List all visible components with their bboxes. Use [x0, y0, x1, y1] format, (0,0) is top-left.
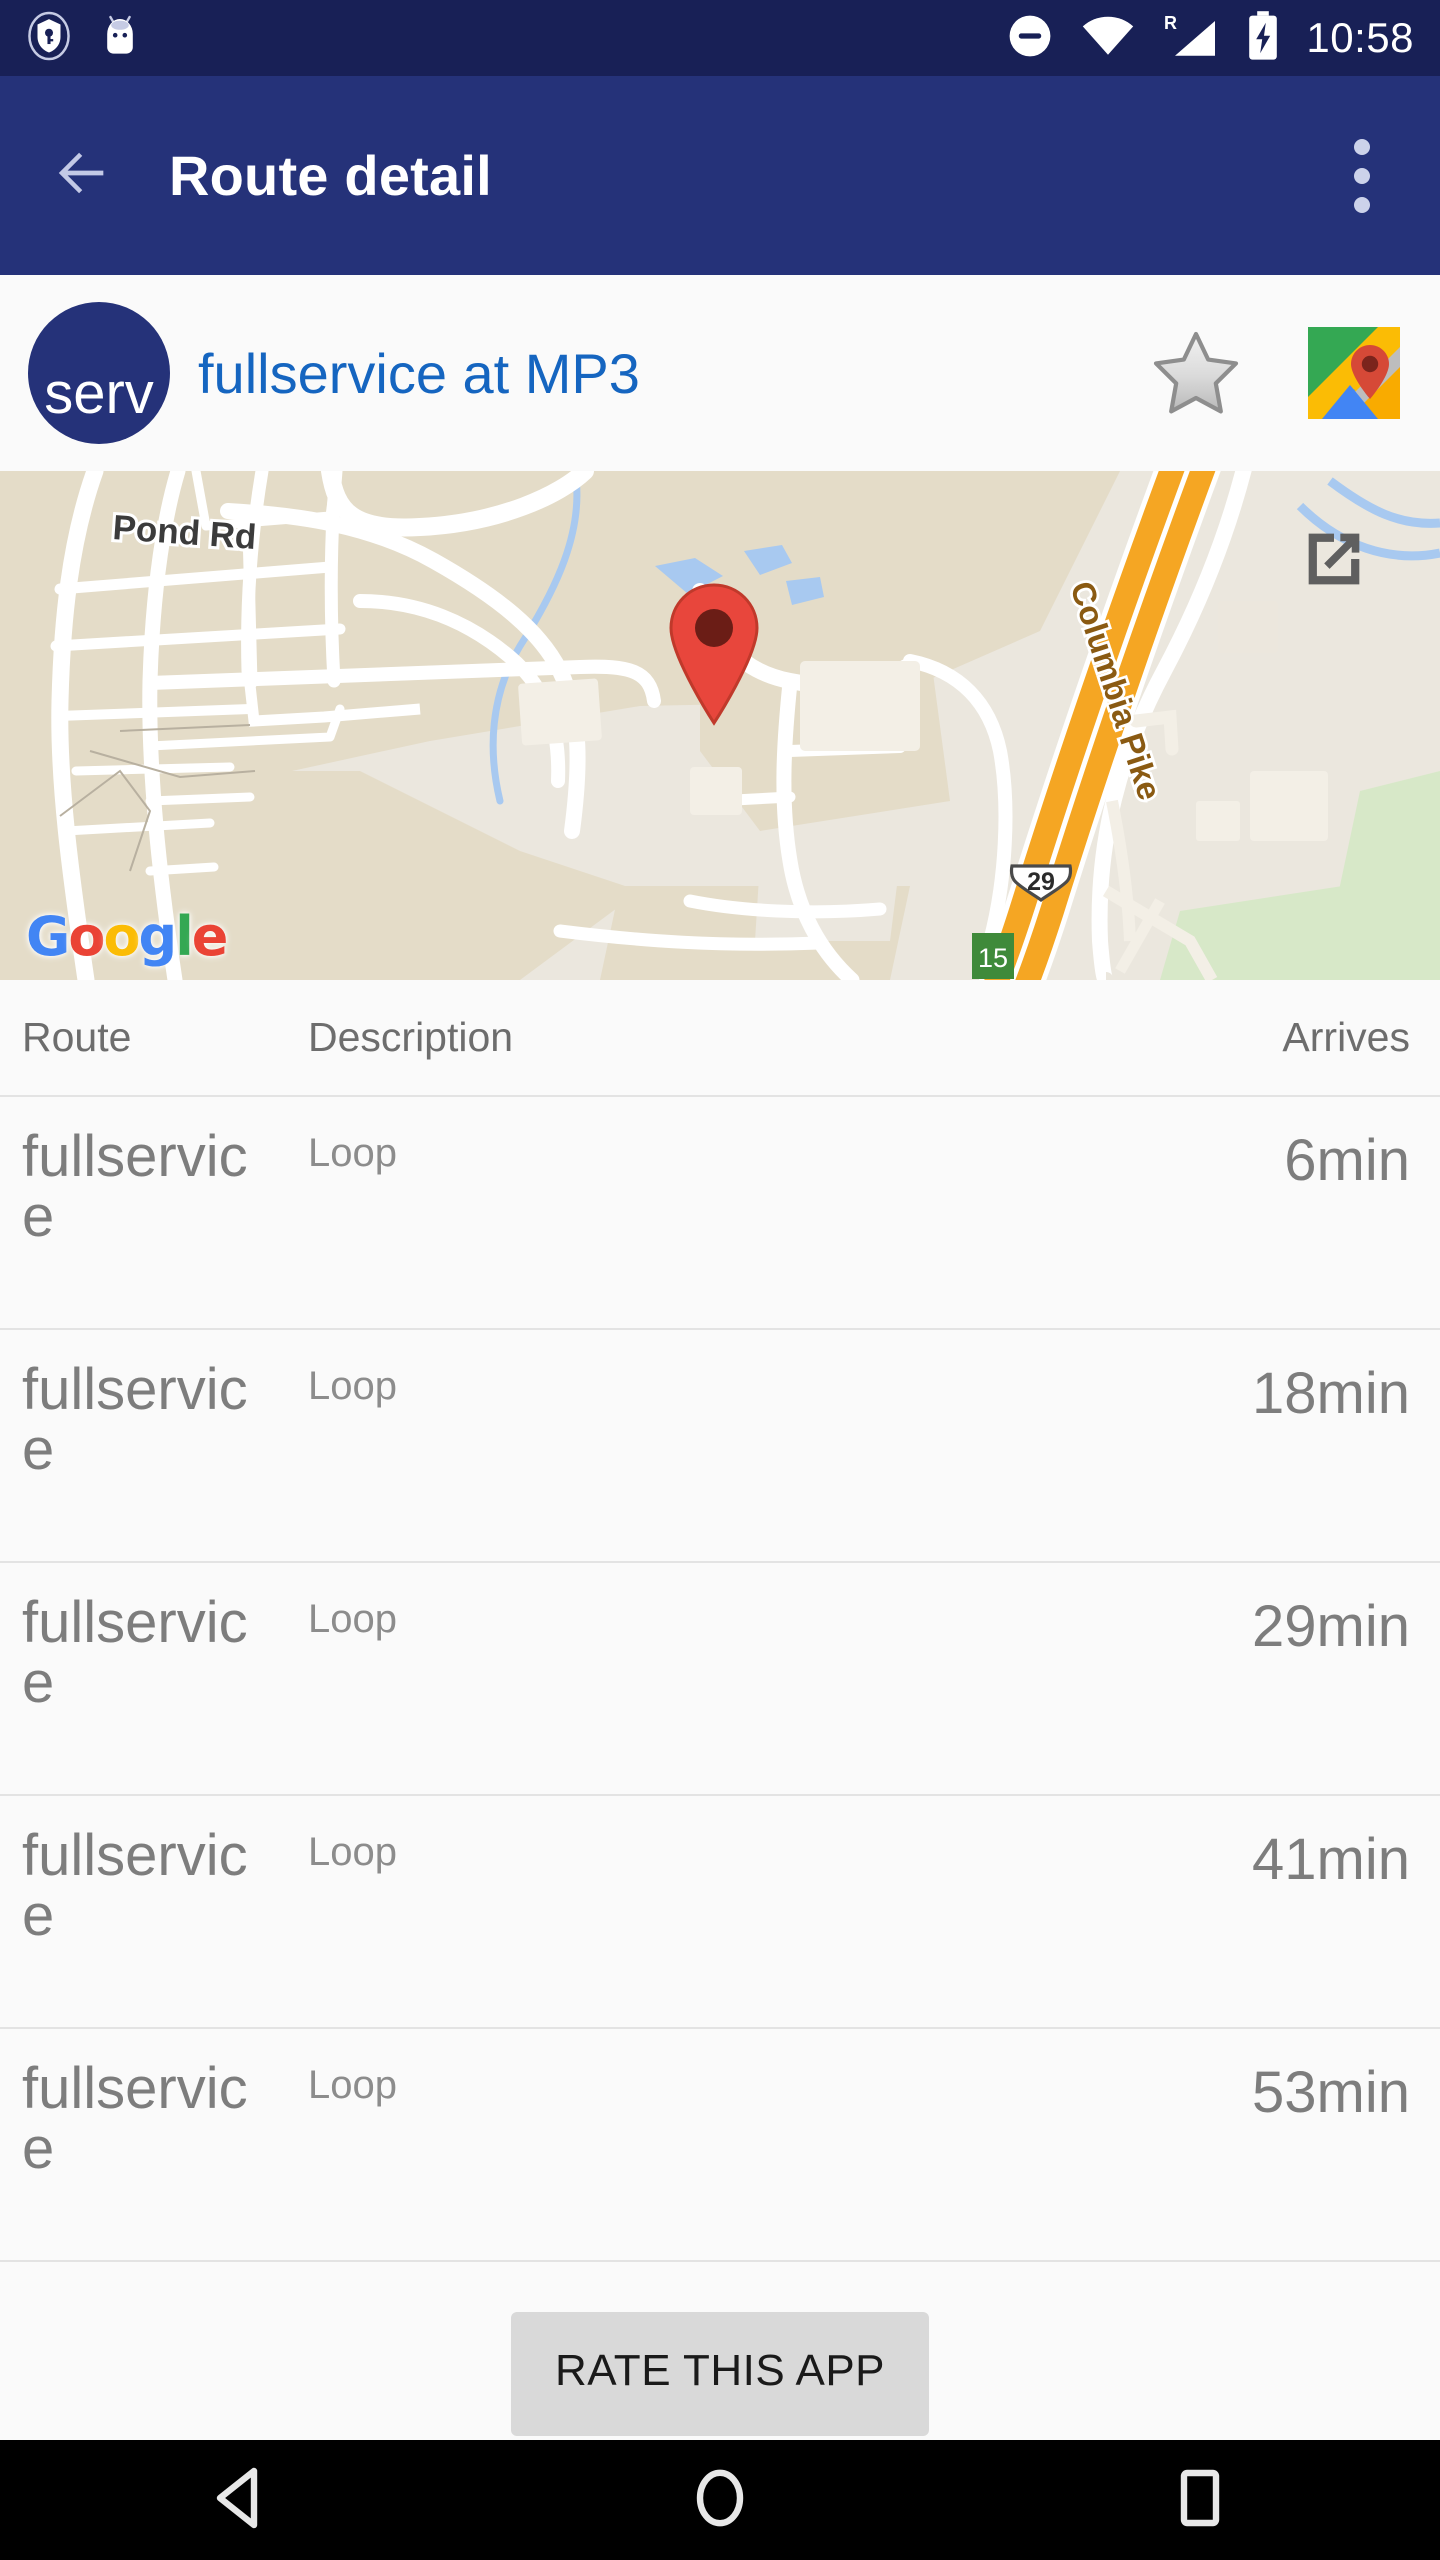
open-in-new-icon	[1296, 521, 1372, 597]
cell-arrives: 18min	[1252, 1361, 1410, 1426]
arrivals-table: Route Description Arrives fullservice Lo…	[0, 980, 1440, 2440]
stop-header: serv fullservice at MP3	[0, 275, 1440, 471]
cell-description: Loop	[308, 1830, 397, 1874]
nav-home-circle-icon	[692, 2467, 748, 2534]
status-bar-system-icons: R 10:58	[1006, 10, 1414, 67]
nav-recents-square-icon	[1178, 2469, 1222, 2532]
svg-text:R: R	[1164, 13, 1177, 33]
svg-text:29: 29	[1027, 868, 1055, 896]
expand-map-button[interactable]	[1296, 521, 1372, 597]
back-arrow-icon	[50, 141, 114, 210]
nav-home-button[interactable]	[620, 2440, 820, 2560]
map-preview[interactable]: Pond Rd Columbia Pike 29 15 Google	[0, 471, 1440, 980]
overflow-menu-button[interactable]	[1322, 121, 1402, 231]
rate-this-app-button[interactable]: RATE THIS APP	[510, 2312, 930, 2436]
table-header-row: Route Description Arrives	[0, 980, 1440, 1095]
favorite-button[interactable]	[1150, 327, 1242, 419]
column-header-arrives: Arrives	[1282, 1014, 1410, 1060]
google-logo-e: e	[191, 905, 229, 968]
status-bar-clock: 10:58	[1306, 14, 1414, 61]
nav-recents-button[interactable]	[1100, 2440, 1300, 2560]
more-vert-icon-dot	[1354, 138, 1370, 155]
nav-back-triangle-icon	[212, 2467, 268, 2534]
table-row[interactable]: fullservice Loop 41min	[0, 1794, 1440, 2027]
google-logo-g1: G	[26, 905, 70, 968]
battery-charging-icon	[1246, 10, 1280, 67]
google-logo-g2: g	[138, 905, 178, 968]
status-bar: R 10:58	[0, 0, 1440, 76]
cell-arrives: 41min	[1252, 1827, 1410, 1892]
more-vert-icon-dot	[1354, 196, 1370, 213]
cell-arrives: 6min	[1284, 1128, 1410, 1193]
avatar-label: serv	[44, 361, 154, 426]
cell-route: fullservice	[22, 1124, 248, 1249]
app-toolbar: Route detail	[0, 76, 1440, 275]
column-header-description: Description	[308, 1014, 514, 1060]
more-vert-icon-dot	[1354, 167, 1370, 184]
page-title: Route detail	[169, 144, 492, 207]
cell-route: fullservice	[22, 1823, 248, 1948]
cell-description: Loop	[308, 2063, 397, 2107]
cell-route: fullservice	[22, 1357, 248, 1482]
back-button[interactable]	[38, 132, 126, 220]
cell-description: Loop	[308, 1131, 397, 1175]
google-logo-l: l	[175, 905, 193, 968]
map-exit-15: 15	[972, 933, 1014, 979]
nav-back-button[interactable]	[140, 2440, 340, 2560]
vpn-key-shield-icon	[26, 11, 72, 66]
android-robot-icon	[98, 10, 142, 67]
cell-route: fullservice	[22, 1590, 248, 1715]
google-maps-icon	[1308, 327, 1400, 419]
rate-app-section: RATE THIS APP	[0, 2260, 1440, 2440]
android-navigation-bar	[0, 2440, 1440, 2560]
table-row[interactable]: fullservice Loop 29min	[0, 1561, 1440, 1794]
google-logo-o2: o	[103, 905, 140, 968]
app-root: R 10:58 Route detail serv fullservice at…	[0, 0, 1440, 2560]
google-logo: Google	[26, 905, 229, 968]
table-row[interactable]: fullservice Loop 18min	[0, 1328, 1440, 1561]
signal-roaming-icon: R	[1162, 11, 1220, 66]
cell-arrives: 29min	[1252, 1594, 1410, 1659]
cell-description: Loop	[308, 1364, 397, 1408]
avatar: serv	[28, 302, 170, 444]
cell-description: Loop	[308, 1597, 397, 1641]
do-not-disturb-icon	[1006, 12, 1054, 65]
column-header-route: Route	[22, 1014, 132, 1060]
svg-text:15: 15	[978, 943, 1008, 973]
star-icon	[1150, 327, 1242, 420]
open-in-maps-button[interactable]	[1308, 327, 1400, 419]
wifi-icon	[1080, 14, 1136, 63]
map-canvas: Pond Rd Columbia Pike 29 15	[0, 471, 1440, 980]
table-row[interactable]: fullservice Loop 6min	[0, 1095, 1440, 1328]
stop-name[interactable]: fullservice at MP3	[198, 341, 1150, 406]
google-logo-o1: o	[68, 905, 105, 968]
cell-arrives: 53min	[1252, 2060, 1410, 2125]
status-bar-notifications	[26, 10, 142, 67]
cell-route: fullservice	[22, 2056, 248, 2181]
table-row[interactable]: fullservice Loop 53min	[0, 2027, 1440, 2260]
stop-header-actions	[1150, 327, 1412, 419]
